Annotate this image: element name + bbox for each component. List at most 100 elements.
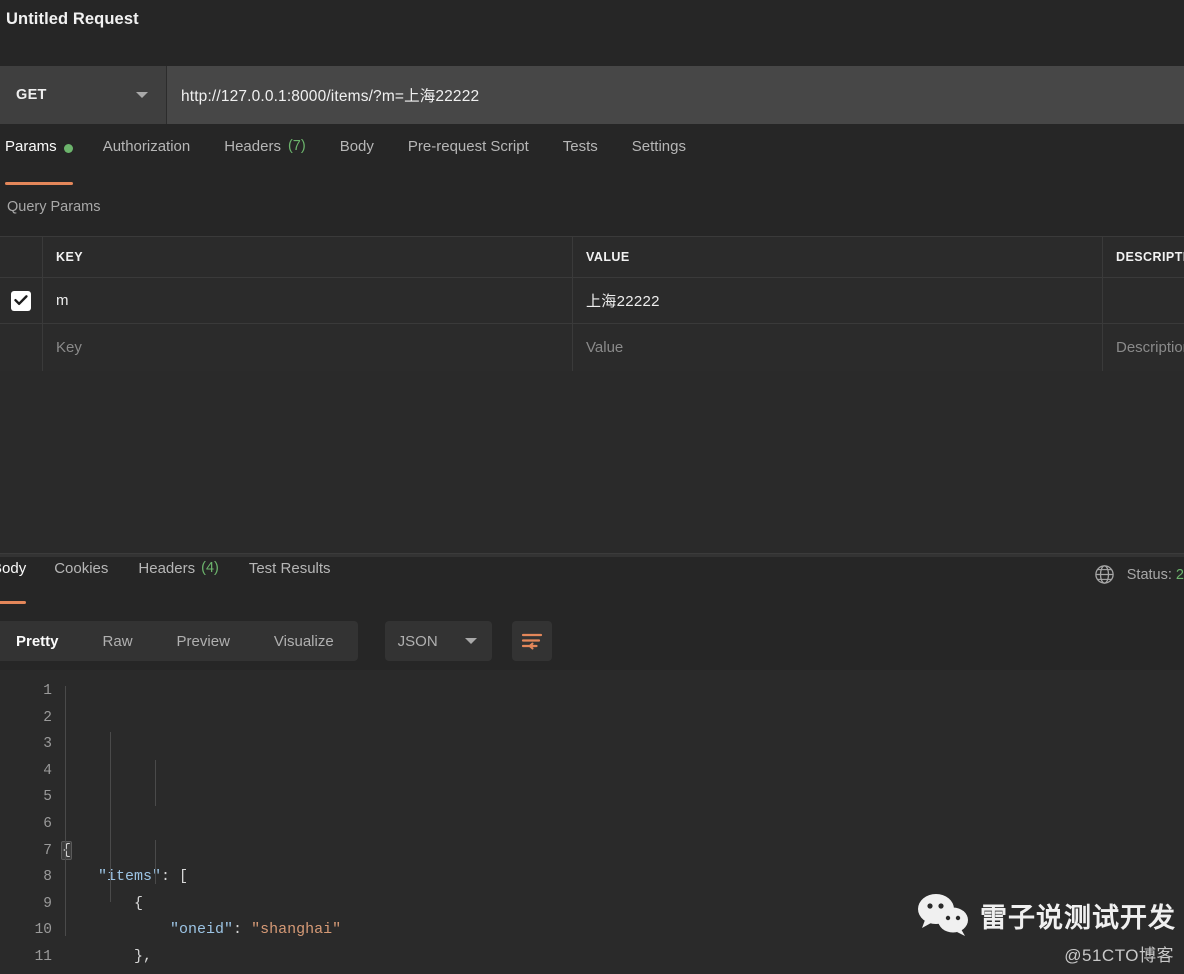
code-token: { <box>62 894 144 912</box>
empty-row-key-placeholder: Key <box>56 339 82 356</box>
column-header-key: KEY <box>56 250 84 264</box>
tab-pre-request-script-label: Pre-request Script <box>407 138 529 155</box>
code-token: "shanghai" <box>251 921 342 939</box>
http-method-label: GET <box>16 87 47 103</box>
row-checkbox-cell <box>0 278 43 323</box>
empty-row-key-cell[interactable]: Key <box>43 324 573 371</box>
response-format-label: JSON <box>397 632 438 650</box>
header-cell-checkbox <box>0 237 43 277</box>
code-line: { <box>62 971 1184 974</box>
row-description-cell[interactable] <box>1103 278 1184 323</box>
tab-body-label: Body <box>339 138 374 155</box>
status-label-text: Status: <box>1126 566 1172 583</box>
view-btn-pretty-label: Pretty <box>16 632 59 650</box>
table-row-empty[interactable]: Key Value Description <box>0 324 1184 372</box>
response-tab-test-results[interactable]: Test Results <box>234 558 346 604</box>
code-token: { <box>60 840 73 860</box>
line-number: 2 <box>43 709 52 726</box>
code-line: { <box>62 891 1184 918</box>
column-header-description: DESCRIPTION <box>1116 250 1184 264</box>
request-title-bar: Untitled Request <box>0 0 1184 65</box>
empty-row-checkbox-cell <box>0 324 43 371</box>
word-wrap-button[interactable] <box>511 621 552 661</box>
request-blank-area <box>0 371 1184 555</box>
fold-guide-items <box>110 732 111 902</box>
line-number: 9 <box>43 895 52 912</box>
empty-row-description-cell[interactable]: Description <box>1103 324 1184 371</box>
view-btn-visualize[interactable]: Visualize <box>252 621 356 661</box>
response-status-group: Status: 2 <box>1094 564 1184 585</box>
response-tab-body[interactable]: Body <box>0 558 39 604</box>
chevron-down-icon <box>464 638 477 644</box>
row-enabled-checkbox[interactable] <box>11 290 31 311</box>
table-row[interactable]: m 上海22222 <box>0 278 1184 324</box>
response-tab-headers-label: Headers <box>138 560 196 577</box>
response-tab-cookies-label: Cookies <box>54 560 109 577</box>
url-bar: GET http://127.0.0.1:8000/items/?m=上海222… <box>0 66 1184 124</box>
active-tab-indicator <box>5 182 73 185</box>
postman-window: Untitled Request GET http://127.0.0.1:80… <box>0 0 1184 974</box>
response-tab-body-label: Body <box>0 560 27 577</box>
active-response-tab-indicator <box>0 601 27 604</box>
code-token: "items" <box>98 868 162 886</box>
response-format-select[interactable]: JSON <box>384 621 492 661</box>
check-icon <box>14 295 28 305</box>
tab-headers-label: Headers <box>224 138 281 155</box>
code-line: "items": [ <box>62 864 1184 891</box>
response-tabs: Body Cookies Headers (4) Test Results <box>0 558 1184 606</box>
line-number: 6 <box>43 815 52 832</box>
response-body-viewer[interactable]: 1 2 3 4 5 6 7 8 9 10 11 { "items": [ { "oneid": "s… <box>0 670 1184 974</box>
header-cell-description: DESCRIPTION <box>1103 237 1184 277</box>
query-params-table: KEY VALUE DESCRIPTION m 上海22222 <box>0 236 1184 372</box>
tab-settings[interactable]: Settings <box>615 137 703 185</box>
tab-authorization-label: Authorization <box>102 138 191 155</box>
line-number: 7 <box>43 842 52 859</box>
line-number: 3 <box>43 736 52 753</box>
view-btn-preview-label: Preview <box>176 632 230 650</box>
empty-row-value-placeholder: Value <box>586 339 624 356</box>
code-line: { <box>60 838 1184 865</box>
tab-params-label: Params <box>5 138 57 155</box>
response-tab-test-results-label: Test Results <box>248 560 331 577</box>
tab-headers[interactable]: Headers (7) <box>207 137 322 185</box>
tab-tests-label: Tests <box>562 138 598 155</box>
row-key-cell[interactable]: m <box>43 278 573 323</box>
row-value-cell[interactable]: 上海22222 <box>573 278 1103 323</box>
response-tab-headers-count: (4) <box>201 560 219 576</box>
response-tab-headers[interactable]: Headers (4) <box>123 558 233 604</box>
tab-body[interactable]: Body <box>323 137 391 185</box>
line-number: 4 <box>43 762 52 779</box>
view-btn-preview[interactable]: Preview <box>155 621 252 661</box>
response-body-code[interactable]: { "items": [ { "oneid": "shanghai" }, { … <box>60 670 1184 974</box>
url-input[interactable]: http://127.0.0.1:8000/items/?m=上海22222 <box>167 66 1184 124</box>
line-number: 10 <box>34 922 52 939</box>
http-method-select[interactable]: GET <box>0 66 167 124</box>
code-line: "oneid": "shanghai" <box>62 917 1184 944</box>
tab-authorization[interactable]: Authorization <box>86 137 208 185</box>
panel-split-divider[interactable] <box>0 553 1184 557</box>
response-view-switch: Pretty Raw Preview Visualize <box>0 621 358 661</box>
view-btn-pretty[interactable]: Pretty <box>0 621 81 661</box>
globe-icon[interactable] <box>1094 564 1115 585</box>
status-label: Status: 2 <box>1127 567 1184 583</box>
chevron-down-icon <box>136 92 148 98</box>
tab-headers-count: (7) <box>287 138 306 154</box>
code-line: }, <box>62 944 1184 971</box>
table-header-row: KEY VALUE DESCRIPTION <box>0 236 1184 278</box>
view-btn-raw[interactable]: Raw <box>81 621 155 661</box>
line-number: 8 <box>43 869 52 886</box>
header-cell-value: VALUE <box>573 237 1103 277</box>
query-params-label: Query Params <box>7 199 101 215</box>
line-number: 5 <box>43 789 52 806</box>
tab-params[interactable]: Params <box>0 137 86 185</box>
tab-tests[interactable]: Tests <box>546 137 615 185</box>
view-btn-visualize-label: Visualize <box>273 632 334 650</box>
empty-row-value-cell[interactable]: Value <box>573 324 1103 371</box>
request-tabs: Params Authorization Headers (7) Body Pr… <box>0 137 1184 187</box>
fold-guide-obj1 <box>155 760 156 806</box>
code-token: : [ <box>161 868 189 886</box>
tab-pre-request-script[interactable]: Pre-request Script <box>391 137 546 185</box>
response-tab-cookies[interactable]: Cookies <box>39 558 123 604</box>
